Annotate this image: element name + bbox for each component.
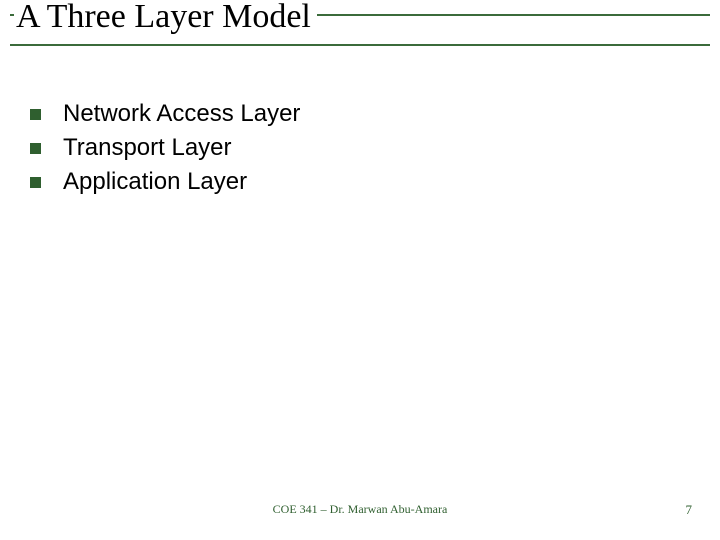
bullet-list: Network Access Layer Transport Layer App… (30, 100, 690, 196)
square-bullet-icon (30, 109, 41, 120)
bullet-label: Application Layer (63, 168, 247, 196)
square-bullet-icon (30, 177, 41, 188)
list-item: Transport Layer (30, 134, 690, 162)
slide: A Three Layer Model Network Access Layer… (0, 0, 720, 540)
list-item: Application Layer (30, 168, 690, 196)
title-rule-bottom (10, 44, 710, 46)
square-bullet-icon (30, 143, 41, 154)
slide-footer: COE 341 – Dr. Marwan Abu-Amara 7 (0, 502, 720, 522)
slide-title: A Three Layer Model (14, 0, 317, 40)
bullet-label: Network Access Layer (63, 100, 300, 128)
footer-center-text: COE 341 – Dr. Marwan Abu-Amara (0, 502, 720, 517)
slide-body: Network Access Layer Transport Layer App… (30, 100, 690, 202)
page-number: 7 (686, 502, 693, 518)
title-area: A Three Layer Model (10, 8, 710, 56)
list-item: Network Access Layer (30, 100, 690, 128)
bullet-label: Transport Layer (63, 134, 232, 162)
